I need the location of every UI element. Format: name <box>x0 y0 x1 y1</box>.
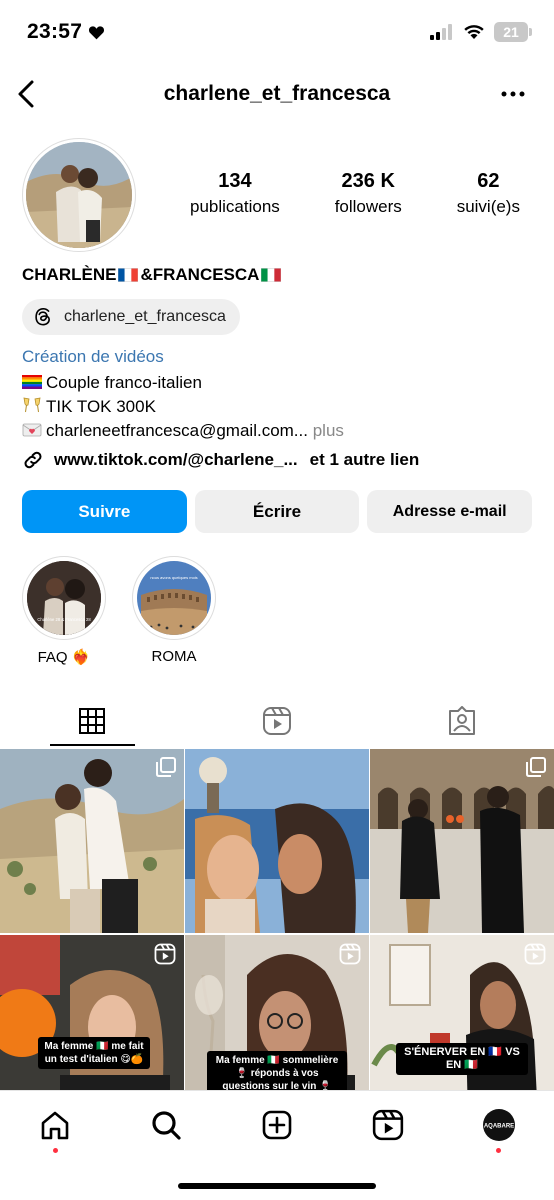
bio-line: charleneetfrancesca@gmail.com... plus <box>22 419 344 443</box>
reels-icon <box>263 707 291 735</box>
profile-actions: Suivre Écrire Adresse e-mail <box>22 490 533 533</box>
link-icon <box>24 451 42 469</box>
nav-home[interactable] <box>35 1105 75 1153</box>
stat-label: suivi(e)s <box>456 197 520 216</box>
notification-dot <box>52 1148 58 1153</box>
tab-posts[interactable] <box>0 696 185 746</box>
more-options-icon[interactable] <box>500 84 526 104</box>
highlight-ring: Charlène 28 & Francesca 28 <box>22 556 106 640</box>
stat-followers[interactable]: 236 K followers <box>335 170 402 217</box>
carousel-icon <box>526 757 546 777</box>
profile-tabs <box>0 696 554 746</box>
rainbow-flag-icon <box>22 375 42 389</box>
stat-publications[interactable]: 134 publications <box>190 170 280 217</box>
highlight-inner-text: nous avons quelques mois <box>150 575 197 580</box>
threads-badge[interactable]: charlene_et_francesca <box>22 299 240 335</box>
grid-post[interactable] <box>0 749 184 933</box>
bio-line: TIK TOK 300K <box>22 395 344 419</box>
profile-stats: 134 publications 236 K followers 62 suiv… <box>190 170 520 217</box>
champagne-glasses-icon <box>23 397 41 413</box>
create-icon <box>262 1110 292 1140</box>
status-right: 21 <box>430 22 532 42</box>
link-url: www.tiktok.com/@charlene_... <box>54 450 298 469</box>
heart-icon <box>89 25 105 39</box>
post-thumbnail <box>185 749 369 933</box>
tab-tagged[interactable] <box>369 696 554 746</box>
stat-following[interactable]: 62 suivi(e)s <box>457 170 520 217</box>
status-time: 23:57 <box>27 20 105 44</box>
stat-value: 62 <box>477 170 500 192</box>
stat-value: 236 K <box>341 170 395 192</box>
story-highlights: Charlène 28 & Francesca 28 FAQ ❤️‍🔥 nous… <box>22 556 216 666</box>
reel-caption: Ma femme 🇮🇹 me fait un test d'italien 😋🍊 <box>38 1037 150 1069</box>
italy-flag-icon <box>261 268 282 282</box>
nav-search[interactable] <box>146 1105 186 1145</box>
highlight-ring: nous avons quelques mois <box>132 556 216 640</box>
grid-icon <box>79 708 106 734</box>
stat-label: followers <box>334 197 402 216</box>
profile-avatar[interactable] <box>22 138 136 252</box>
home-indicator <box>178 1183 376 1189</box>
highlight-inner-text: Charlène 28 & Francesca 28 <box>37 617 91 622</box>
nav-create[interactable] <box>257 1105 297 1145</box>
profile-avatar-icon: AQABARE <box>482 1109 515 1141</box>
threads-icon <box>35 307 50 326</box>
page-title: charlene_et_francesca <box>163 82 391 105</box>
stat-value: 134 <box>218 170 252 192</box>
nav-reels[interactable] <box>368 1105 408 1145</box>
carousel-icon <box>156 757 176 777</box>
highlight-roma[interactable]: nous avons quelques mois ROMA <box>132 556 216 666</box>
avatar-text: AQABARE <box>483 1124 513 1130</box>
threads-username: charlene_et_francesca <box>64 308 226 325</box>
highlight-cover: nous avons quelques mois <box>137 561 211 635</box>
link-more: et 1 autre lien <box>309 450 420 469</box>
france-flag-icon <box>118 268 139 282</box>
reels-icon <box>372 1109 403 1141</box>
highlight-faq[interactable]: Charlène 28 & Francesca 28 FAQ ❤️‍🔥 <box>22 556 106 666</box>
search-icon <box>152 1111 181 1140</box>
profile-header: charlene_et_francesca <box>0 72 554 118</box>
home-icon <box>42 1111 69 1140</box>
notification-dot <box>496 1148 502 1153</box>
love-letter-icon <box>22 423 42 437</box>
bio-more-link[interactable]: plus <box>313 421 344 440</box>
bio-line: Couple franco-italien <box>22 371 344 395</box>
reel-icon <box>154 943 176 965</box>
avatar-photo <box>26 142 132 248</box>
reel-icon <box>524 943 546 965</box>
stat-label: publications <box>190 197 280 216</box>
battery-icon: 21 <box>494 22 532 42</box>
highlight-label: ROMA <box>151 648 197 665</box>
tab-reels[interactable] <box>185 696 370 746</box>
highlight-cover: Charlène 28 & Francesca 28 <box>27 561 101 635</box>
status-bar: 23:57 21 <box>0 0 554 66</box>
profile-link[interactable]: www.tiktok.com/@charlene_... et 1 autre … <box>22 449 419 471</box>
grid-post[interactable] <box>370 749 554 933</box>
highlight-label: FAQ ❤️‍🔥 <box>37 649 91 666</box>
signal-icon <box>430 24 452 40</box>
grid-post[interactable] <box>185 749 369 933</box>
message-button[interactable]: Écrire <box>194 490 360 533</box>
profile-bio: Couple franco-italien TIK TOK 300K charl… <box>22 371 344 443</box>
follow-button[interactable]: Suivre <box>22 490 187 533</box>
nav-profile[interactable]: AQABARE <box>479 1105 519 1153</box>
email-button[interactable]: Adresse e-mail <box>367 490 533 533</box>
bottom-nav: AQABARE <box>0 1090 554 1200</box>
profile-name: CHARLÈNE &FRANCESCA <box>22 265 282 285</box>
post-grid: Ma femme 🇮🇹 me fait un test d'italien 😋🍊… <box>0 749 554 1119</box>
tagged-icon <box>448 706 475 735</box>
reel-icon <box>339 943 361 965</box>
wifi-icon <box>464 25 484 39</box>
reel-caption: S'ÉNERVER EN 🇫🇷 VS EN 🇮🇹 <box>396 1043 528 1075</box>
profile-category: Création de vidéos <box>22 347 164 366</box>
